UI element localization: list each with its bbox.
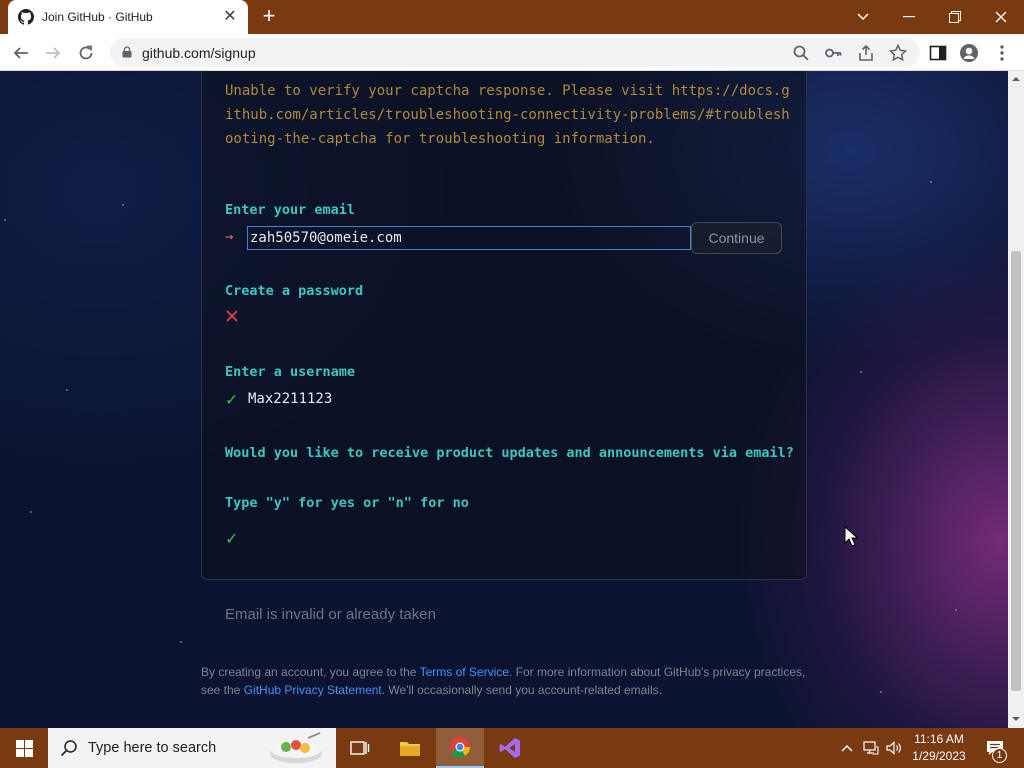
updates-valid-check-icon: ✓ [225, 531, 239, 548]
lock-icon[interactable] [122, 46, 132, 58]
clock-date: 1/29/2023 [912, 749, 966, 763]
tab-search-chevron-icon[interactable] [840, 0, 886, 34]
background-star [930, 181, 932, 183]
minimize-button[interactable] [886, 0, 932, 34]
speaker-icon [886, 741, 901, 755]
windows-logo-icon [15, 739, 33, 757]
forward-button[interactable] [40, 40, 66, 66]
scrollbar-thumb[interactable] [1011, 251, 1021, 691]
chrome-icon [450, 737, 471, 758]
new-tab-button[interactable]: + [258, 5, 280, 28]
reload-button[interactable] [73, 40, 99, 66]
background-star [955, 609, 957, 611]
background-star [4, 219, 6, 221]
username-value[interactable]: Max2211123 [248, 391, 332, 407]
windows-taskbar: Type here to search 11:16 AM 1/29/2023 1 [0, 728, 1024, 768]
scroll-up-icon[interactable] [1012, 75, 1020, 83]
updates-hint: Type "y" for yes or "n" for no [225, 495, 469, 511]
file-explorer-button[interactable] [386, 728, 434, 768]
background-star [880, 691, 882, 693]
volume-tray-button[interactable] [884, 728, 904, 768]
password-label: Create a password [225, 283, 364, 299]
mouse-cursor-icon [844, 526, 858, 547]
search-icon [60, 740, 77, 757]
search-placeholder: Type here to search [88, 740, 217, 756]
url-text[interactable]: github.com/signup [142, 45, 256, 61]
background-star [66, 389, 68, 391]
forward-arrow-icon [46, 47, 61, 59]
scroll-down-icon[interactable] [1012, 715, 1020, 723]
network-icon [863, 741, 879, 755]
network-tray-button[interactable] [861, 728, 881, 768]
email-invalid-message: Email is invalid or already taken [225, 606, 436, 623]
password-key-icon[interactable] [824, 44, 842, 62]
bookmark-star-icon[interactable] [889, 44, 907, 62]
zoom-search-icon[interactable] [792, 44, 810, 62]
tab-close-icon[interactable]: ✕ [222, 9, 238, 25]
legal-text: . We'll occasionally send you account-re… [381, 683, 662, 697]
close-window-button[interactable] [978, 0, 1024, 34]
updates-question: Would you like to receive product update… [225, 445, 794, 461]
notifications-button[interactable]: 1 [980, 728, 1010, 768]
notification-count-badge: 1 [992, 748, 1007, 763]
continue-button[interactable]: Continue [691, 222, 782, 254]
taskbar-search-box[interactable]: Type here to search [48, 728, 336, 768]
password-invalid-x-icon [226, 310, 238, 322]
captcha-error-message: Unable to verify your captcha response. … [225, 83, 790, 147]
show-hidden-icons-button[interactable] [838, 728, 856, 768]
clock-time: 11:16 AM [914, 732, 964, 746]
page-scrollbar[interactable] [1008, 71, 1024, 728]
background-star [30, 511, 32, 513]
share-icon[interactable] [857, 44, 875, 62]
browser-tab-bar: Join GitHub · GitHub ✕ + [0, 0, 1024, 34]
back-button[interactable] [8, 40, 34, 66]
legal-notice: By creating an account, you agree to the… [201, 663, 811, 699]
email-prompt-arrow: → [225, 229, 234, 245]
more-menu-icon[interactable] [992, 43, 1012, 63]
folder-icon [400, 742, 420, 756]
task-view-button[interactable] [336, 728, 384, 768]
browser-tab[interactable]: Join GitHub · GitHub ✕ [8, 0, 248, 34]
background-star [860, 371, 862, 373]
browser-toolbar: github.com/signup [0, 34, 1024, 71]
username-valid-check-icon: ✓ [225, 392, 239, 409]
visual-studio-icon [499, 738, 520, 758]
background-star [180, 641, 182, 643]
reload-icon [79, 45, 93, 60]
visual-studio-button[interactable] [486, 728, 534, 768]
taskbar-clock[interactable]: 11:16 AM 1/29/2023 [908, 731, 970, 765]
start-button[interactable] [0, 728, 48, 768]
back-arrow-icon [13, 47, 28, 59]
legal-text: By creating an account, you agree to the [201, 665, 420, 679]
username-label: Enter a username [225, 364, 356, 380]
task-view-icon [350, 741, 370, 755]
email-label: Enter your email [225, 202, 356, 218]
side-panel-icon[interactable] [928, 43, 948, 63]
page-viewport: Unable to verify your captcha response. … [0, 71, 1008, 728]
address-bar[interactable]: github.com/signup [110, 38, 920, 67]
search-highlight-salad-icon [270, 732, 322, 763]
github-icon [18, 9, 34, 25]
chevron-up-icon [841, 745, 853, 752]
background-star [122, 204, 124, 206]
email-input[interactable] [247, 226, 691, 250]
chrome-taskbar-button[interactable] [436, 728, 484, 768]
profile-avatar-icon[interactable] [959, 43, 979, 63]
restore-button[interactable] [932, 0, 978, 34]
tab-title: Join GitHub · GitHub [42, 10, 153, 24]
terms-of-service-link[interactable]: Terms of Service [420, 665, 509, 679]
privacy-statement-link[interactable]: GitHub Privacy Statement [244, 683, 382, 697]
